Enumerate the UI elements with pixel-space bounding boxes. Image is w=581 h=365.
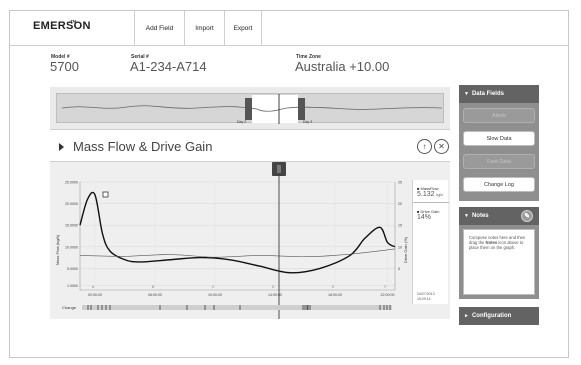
chart-svg[interactable]: 25.0000 20.0000 15.0000 10.0000 5.0000 1.0000… <box>50 162 412 319</box>
nav-export-label: Export <box>233 25 253 32</box>
data-fields-body: Alerts Slow Data Fast Data Change Log <box>459 103 539 201</box>
legend-massflow-value: 5.132 kg/s <box>417 191 443 198</box>
time-cursor-handle[interactable] <box>272 162 286 176</box>
y-axis-left-title: Mass Flow (kg/h) <box>55 234 60 265</box>
y-axis-right-title: Drive Gain (%) <box>403 236 408 263</box>
x-tick-label: 22:00:00 <box>381 293 395 297</box>
chart-title: Mass Flow & Drive Gain <box>73 139 213 154</box>
y-left-tick-label: 20.0000 <box>65 202 78 206</box>
top-bar: EMERSON ™ Add Field Import Export <box>10 11 568 46</box>
change-log-button[interactable]: Change Log <box>463 177 535 192</box>
change-bar[interactable] <box>82 305 392 310</box>
series-line-massflow <box>79 191 396 274</box>
fast-data-button[interactable]: Fast Data <box>463 154 535 169</box>
legend-time: 15:29:14 <box>417 297 431 301</box>
y-left-tick-label: 15.0000 <box>65 224 78 228</box>
expand-triangle-icon: ► <box>464 313 469 319</box>
app-window: EMERSON ™ Add Field Import Export Model … <box>9 10 569 358</box>
overview-handle-right[interactable] <box>298 98 305 120</box>
collapse-triangle-icon: ▼ <box>464 213 469 219</box>
y-left-tick-label: 5.0000 <box>67 267 78 271</box>
day-label-2: Day 2 <box>237 120 246 124</box>
logo-trademark: ™ <box>70 20 78 27</box>
nav-add-field[interactable]: Add Field <box>134 11 184 46</box>
chart-grid <box>79 181 396 291</box>
y-axis-labels: 25.0000 20.0000 15.0000 10.0000 5.0000 1.0000… <box>65 181 402 289</box>
timezone-value: Australia +10.00 <box>295 59 390 74</box>
x-tick-label: 06:00:00 <box>148 293 162 297</box>
collapse-triangle-icon: ▼ <box>464 91 469 97</box>
x-tick-label: 10:00:00 <box>208 293 222 297</box>
x-tick-id: E <box>332 285 334 289</box>
y-right-tick-label: 10 <box>398 245 402 249</box>
overview-svg: Day 2 Day 3 <box>61 91 443 124</box>
chart-panel: Day 2 Day 3 Mass Flow & Drive Gain ↑ ✕ 2… <box>50 87 450 319</box>
nav-export[interactable]: Export <box>224 11 262 46</box>
notes-header[interactable]: ▼ Notes ✎ <box>459 207 539 225</box>
legend-drivegain-value: 14% <box>417 214 432 221</box>
chart-area: 25.0000 20.0000 15.0000 10.0000 5.0000 1.0000… <box>50 162 450 319</box>
serial-value: A1-234-A714 <box>130 59 207 74</box>
x-tick-label: 14:00:00 <box>268 293 282 297</box>
point-marker[interactable] <box>102 191 109 198</box>
nav-import[interactable]: Import <box>184 11 224 46</box>
notes-textarea[interactable]: Compose notes here and then drag the Not… <box>463 229 535 295</box>
close-icon[interactable]: ✕ <box>434 139 449 154</box>
x-tick-id: F <box>385 285 387 289</box>
legend-panel: ■ MassFlow 5.132 kg/s ■ Drive Gain 14% 0… <box>412 180 449 304</box>
y-left-tick-label: 10.0000 <box>65 245 78 249</box>
y-right-tick-label: 25 <box>398 181 402 185</box>
y-left-tick-label: 25.0000 <box>65 181 78 185</box>
configuration-header[interactable]: ► Configuration <box>459 307 539 325</box>
x-tick-label: 02:00:00 <box>88 293 102 297</box>
y-right-tick-label: 15 <box>398 224 402 228</box>
day-label-3: Day 3 <box>303 120 312 124</box>
notes-body: Compose notes here and then drag the Not… <box>459 225 539 299</box>
overview-selection <box>252 95 298 123</box>
nav-import-label: Import <box>195 25 214 32</box>
x-tick-id: B <box>152 285 154 289</box>
chart-title-bar: Mass Flow & Drive Gain ↑ ✕ <box>50 129 450 162</box>
expand-triangle-icon[interactable] <box>59 143 64 151</box>
slow-data-button[interactable]: Slow Data <box>463 131 535 146</box>
alerts-button[interactable]: Alerts <box>463 108 535 123</box>
data-fields-header[interactable]: ▼ Data Fields <box>459 85 539 103</box>
overview-handle-left[interactable] <box>245 98 252 120</box>
configuration-title: Configuration <box>471 313 512 319</box>
chart-series <box>79 191 396 274</box>
notes-title: Notes <box>471 213 489 219</box>
notes-drag-icon[interactable]: ✎ <box>521 210 533 222</box>
model-value: 5700 <box>50 59 79 74</box>
change-label: Change <box>62 305 77 310</box>
upload-icon[interactable]: ↑ <box>417 139 432 154</box>
logo-text: EMERSON <box>33 20 91 32</box>
y-left-tick-label: 1.0000 <box>67 284 78 288</box>
legend-date: 04/27/2013 <box>417 292 435 296</box>
series-line-drive-gain <box>79 248 396 258</box>
emerson-logo: EMERSON ™ <box>33 20 91 32</box>
nav-add-field-label: Add Field <box>145 25 174 32</box>
timeline-overview[interactable]: Day 2 Day 3 <box>56 91 444 124</box>
data-fields-title: Data Fields <box>471 91 504 97</box>
x-tick-label: 18:00:00 <box>328 293 342 297</box>
legend-divider <box>413 202 449 203</box>
y-right-tick-label: 20 <box>398 202 402 206</box>
y-right-tick-label: 5 <box>398 267 400 271</box>
right-sidebar: ▼ Data Fields Alerts Slow Data Fast Data… <box>459 85 539 329</box>
x-axis-labels: A02:00:00B06:00:00C10:00:00D14:00:00E18:… <box>88 285 395 297</box>
